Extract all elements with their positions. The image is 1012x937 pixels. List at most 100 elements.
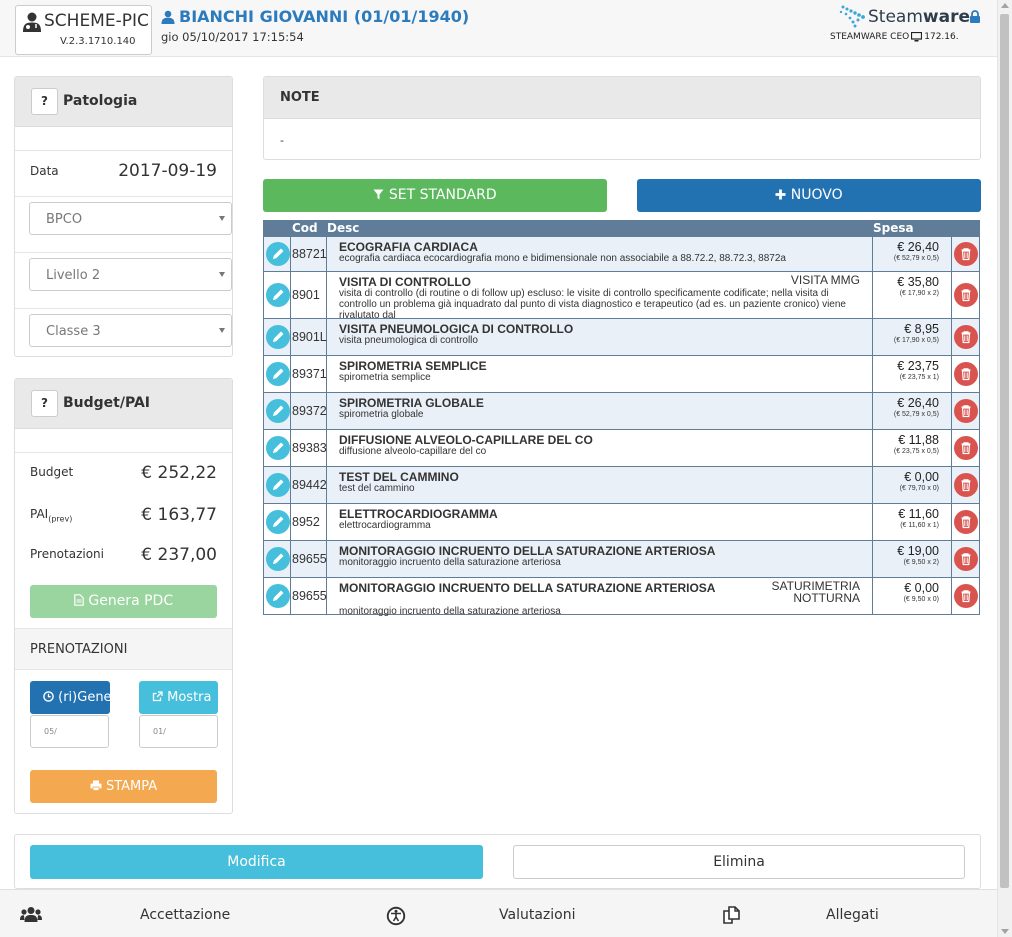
- row-spesa-detail: (€ 11,60 x 1): [900, 522, 939, 529]
- code-cell: 89371: [291, 356, 327, 392]
- row-spesa: € 11,88: [898, 433, 939, 447]
- row-description: spirometria semplice: [339, 372, 431, 383]
- budget-help-button[interactable]: ?: [31, 390, 58, 417]
- code-cell: 89383: [291, 430, 327, 466]
- genera-pdc-button[interactable]: Genera PDC: [30, 585, 217, 618]
- row-description: visita pneumologica di controllo: [339, 335, 478, 346]
- edit-pencil-icon[interactable]: [266, 242, 290, 266]
- bottom-actions-panel: Modifica Elimina: [14, 834, 981, 889]
- elimina-button[interactable]: Elimina: [513, 845, 965, 879]
- trash-icon[interactable]: [954, 473, 978, 497]
- classe-select[interactable]: Classe 3: [29, 314, 232, 347]
- code-cell: 8952: [291, 504, 327, 540]
- mostra-button[interactable]: Mostra: [139, 681, 218, 714]
- stampa-button[interactable]: STAMPA: [30, 770, 217, 803]
- scroll-down-arrow-icon[interactable]: [1001, 929, 1009, 934]
- row-spesa: € 23,75: [897, 359, 939, 373]
- table-row: 88721 ECOGRAFIA CARDIACA ecografia cardiac…: [263, 237, 980, 272]
- prenotazioni-section-header: PRENOTAZIONI: [15, 628, 232, 670]
- row-spesa: € 11,60: [898, 507, 939, 521]
- table-row: 89442 TEST DEL CAMMINO test del cammino € 0…: [263, 467, 980, 504]
- trash-icon[interactable]: [954, 399, 978, 423]
- table-row: 89372 SPIROMETRIA GLOBALE spirometria glob…: [263, 393, 980, 430]
- edit-pencil-icon[interactable]: [266, 436, 290, 460]
- delete-cell: [952, 272, 980, 318]
- nav-accettazione[interactable]: Accettazione: [140, 907, 230, 923]
- data-label: Data: [30, 164, 59, 178]
- file-icon: [74, 594, 84, 606]
- code-cell: 8901: [291, 272, 327, 318]
- row-code: 89442: [292, 478, 327, 492]
- copy-files-icon[interactable]: [723, 906, 741, 925]
- nuovo-button[interactable]: NUOVO: [637, 179, 981, 212]
- patologia-select-row: BPCO: [15, 197, 232, 253]
- modifica-button[interactable]: Modifica: [30, 845, 483, 879]
- row-title: SPIROMETRIA GLOBALE: [339, 396, 484, 410]
- app-logo[interactable]: SCHEME-PIC V.2.3.1710.140: [15, 5, 152, 55]
- desc-cell: DIFFUSIONE ALVEOLO-CAPILLARE DEL CO diffu…: [327, 430, 873, 466]
- nav-allegati[interactable]: Allegati: [826, 907, 879, 923]
- trash-icon[interactable]: [954, 436, 978, 460]
- row-spesa-detail: (€ 9,50 x 0): [903, 596, 939, 603]
- table-row: 89655 MONITORAGGIO INCRUENTO DELLA SATURA…: [263, 578, 980, 617]
- external-link-icon: [152, 691, 163, 702]
- edit-pencil-icon[interactable]: [266, 399, 290, 423]
- delete-cell: [952, 319, 980, 355]
- patologia-help-button[interactable]: ?: [31, 88, 58, 115]
- table-row: 8901L VISITA PNEUMOLOGICA DI CONTROLLO vis…: [263, 319, 980, 356]
- column-header-spesa: Spesa: [873, 221, 914, 235]
- edit-pencil-icon[interactable]: [266, 325, 290, 349]
- edit-pencil-icon[interactable]: [266, 584, 290, 608]
- spesa-cell: € 0,00 (€ 9,50 x 0): [873, 578, 952, 614]
- edit-cell: [264, 393, 291, 429]
- edit-pencil-icon[interactable]: [266, 473, 290, 497]
- trash-icon[interactable]: [954, 362, 978, 386]
- edit-cell: [264, 541, 291, 577]
- lock-icon[interactable]: [969, 10, 981, 23]
- table-row: 8901 VISITA DI CONTROLLO VISITA MMG visita …: [263, 272, 980, 321]
- patient-name[interactable]: BIANCHI GIOVANNI (01/01/1940): [161, 7, 469, 26]
- users-icon[interactable]: [20, 906, 42, 923]
- app-header: SCHEME-PIC V.2.3.1710.140 BIANCHI GIOVAN…: [0, 0, 997, 57]
- row-spesa: € 19,00: [897, 544, 939, 558]
- edit-cell: [264, 467, 291, 503]
- column-header-desc: Desc: [327, 221, 360, 235]
- budget-title: Budget/PAI: [63, 395, 151, 411]
- patologia-select[interactable]: BPCO: [29, 202, 232, 235]
- edit-pencil-icon[interactable]: [266, 510, 290, 534]
- data-value: 2017-09-19: [118, 161, 217, 181]
- edit-pencil-icon[interactable]: [266, 362, 290, 386]
- rigenera-button[interactable]: (ri)Gene: [30, 681, 110, 714]
- row-title: MONITORAGGIO INCRUENTO DELLA SATURAZIONE…: [339, 544, 716, 558]
- row-spesa-detail: (€ 17,90 x 0,5): [893, 337, 939, 344]
- accessibility-icon[interactable]: [386, 906, 406, 926]
- vertical-scrollbar[interactable]: [997, 0, 1012, 937]
- trash-icon[interactable]: [954, 584, 978, 608]
- patient-name-text: BIANCHI GIOVANNI (01/01/1940): [179, 7, 470, 26]
- budget-row: Budget € 252,22: [15, 453, 232, 495]
- nav-valutazioni[interactable]: Valutazioni: [499, 907, 575, 923]
- patologia-panel: ? Patologia Data 2017-09-19 BPCO Livello…: [14, 76, 233, 357]
- delete-cell: [952, 578, 980, 614]
- trash-icon[interactable]: [954, 547, 978, 571]
- date-from-input[interactable]: 05/: [30, 715, 109, 748]
- row-spesa: € 0,00: [904, 470, 939, 484]
- trash-icon[interactable]: [954, 510, 978, 534]
- livello-select[interactable]: Livello 2: [29, 258, 232, 291]
- scrollbar-thumb[interactable]: [1000, 14, 1009, 888]
- trash-icon[interactable]: [954, 242, 978, 266]
- edit-pencil-icon[interactable]: [266, 283, 290, 307]
- chevron-down-icon: [219, 328, 225, 333]
- row-description: visita di controllo (di routine o di fol…: [339, 288, 846, 321]
- date-to-input[interactable]: 01/: [139, 715, 218, 748]
- edit-pencil-icon[interactable]: [266, 547, 290, 571]
- user-info[interactable]: STEAMWARE CEO 172.16.: [830, 32, 959, 42]
- patologia-title: Patologia: [63, 93, 138, 109]
- scroll-up-arrow-icon[interactable]: [1001, 3, 1009, 8]
- doctor-icon: [23, 12, 41, 32]
- trash-icon[interactable]: [954, 325, 978, 349]
- row-description: spirometria globale: [339, 409, 424, 420]
- trash-icon[interactable]: [954, 283, 978, 307]
- set-standard-button[interactable]: SET STANDARD: [263, 179, 607, 212]
- prenotazioni-row: Prenotazioni € 237,00: [15, 535, 232, 575]
